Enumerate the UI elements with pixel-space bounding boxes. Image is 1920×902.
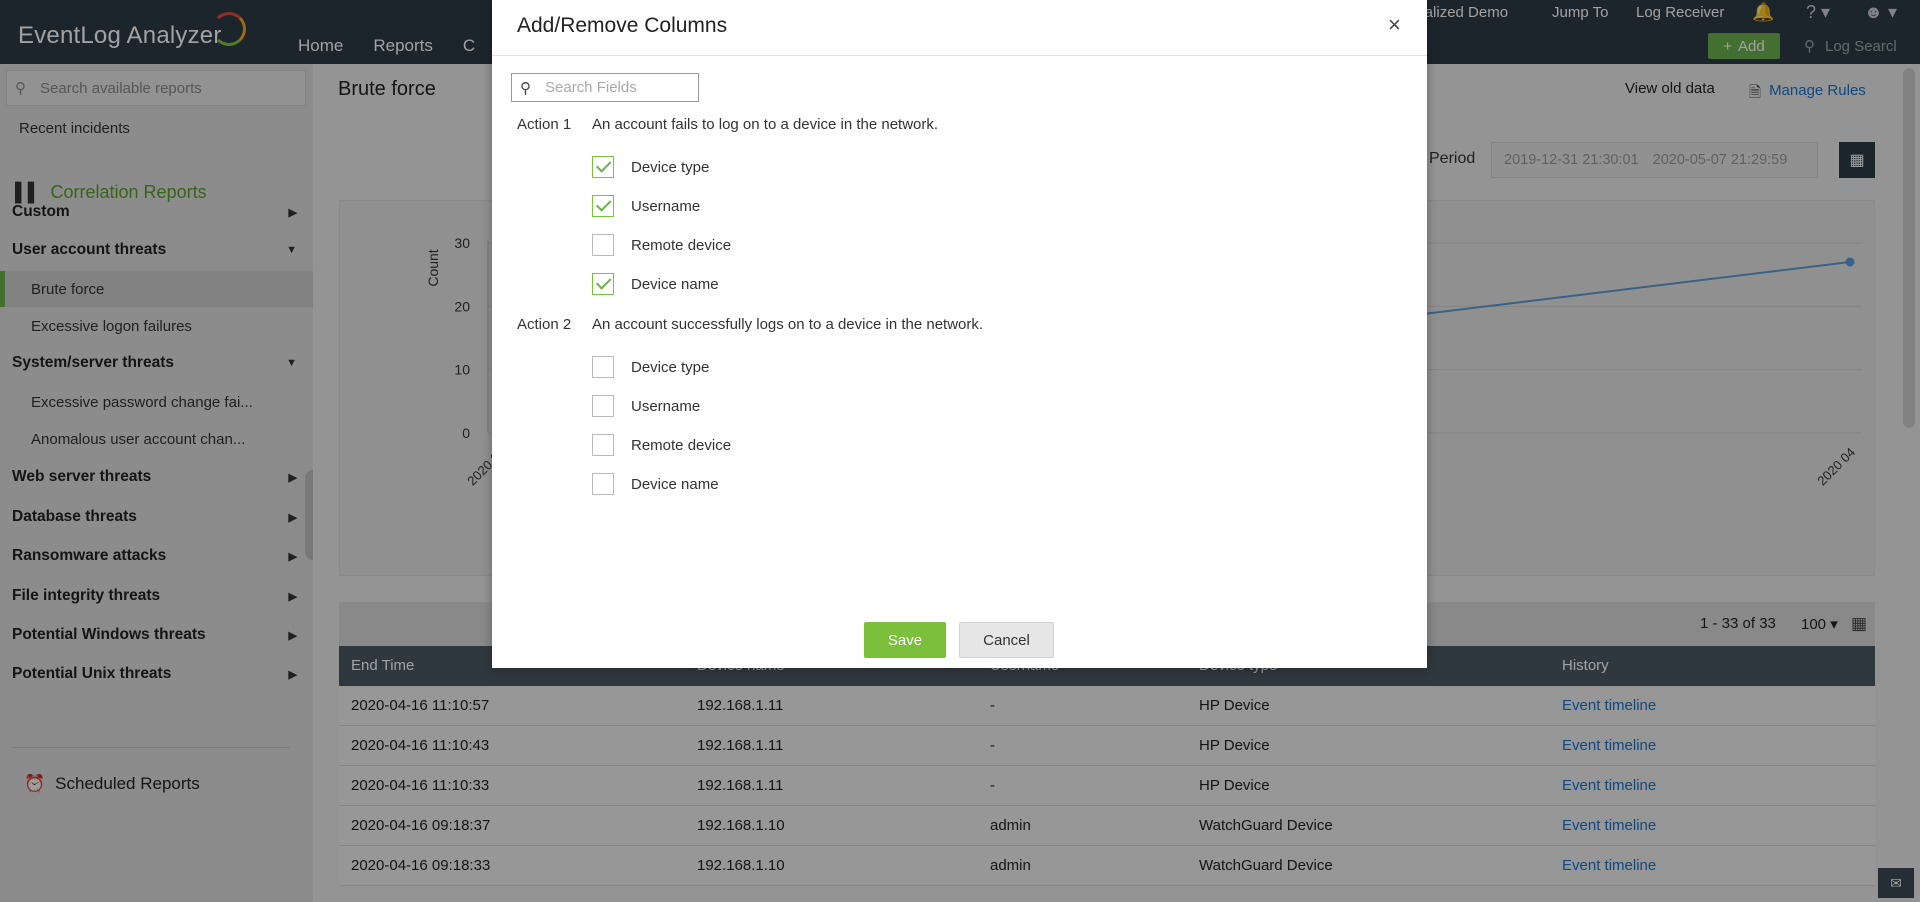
field-checkbox-row[interactable]: Device name: [592, 273, 719, 295]
checkbox-unchecked[interactable]: [592, 234, 614, 256]
field-checkbox-row[interactable]: Device name: [592, 473, 719, 495]
field-checkbox-row[interactable]: Username: [592, 195, 700, 217]
checkbox-unchecked[interactable]: [592, 395, 614, 417]
add-remove-columns-dialog: Add/Remove Columns × ⚲ Search Fields Act…: [492, 0, 1427, 668]
field-checkbox-row[interactable]: Username: [592, 395, 700, 417]
checkbox-checked[interactable]: [592, 195, 614, 217]
action-label: Action 2: [517, 316, 572, 333]
field-checkbox-row[interactable]: Remote device: [592, 434, 731, 456]
checkbox-unchecked[interactable]: [592, 356, 614, 378]
dialog-title: Add/Remove Columns: [517, 14, 728, 37]
action-description: An account fails to log on to a device i…: [592, 116, 939, 133]
checkbox-unchecked[interactable]: [592, 434, 614, 456]
close-icon[interactable]: ×: [1388, 14, 1401, 36]
field-checkbox-row[interactable]: Device type: [592, 356, 709, 378]
checkbox-unchecked[interactable]: [592, 473, 614, 495]
field-label: Device type: [631, 158, 710, 176]
field-label: Username: [631, 197, 701, 215]
action-label: Action 1: [517, 116, 572, 133]
field-label: Remote device: [631, 436, 732, 454]
action-description: An account successfully logs on to a dev…: [592, 316, 984, 333]
search-icon: ⚲: [520, 79, 531, 97]
field-checkbox-row[interactable]: Device type: [592, 156, 709, 178]
field-label: Remote device: [631, 236, 732, 254]
save-button[interactable]: Save: [864, 622, 946, 658]
field-checkbox-row[interactable]: Remote device: [592, 234, 731, 256]
checkbox-checked[interactable]: [592, 156, 614, 178]
dialog-header: Add/Remove Columns ×: [492, 0, 1427, 56]
field-label: Device name: [631, 475, 719, 493]
search-fields-placeholder: Search Fields: [545, 79, 637, 96]
field-label: Device name: [631, 275, 719, 293]
field-label: Device type: [631, 358, 710, 376]
search-fields-input[interactable]: ⚲ Search Fields: [511, 73, 699, 102]
field-label: Username: [631, 397, 701, 415]
checkbox-checked[interactable]: [592, 273, 614, 295]
cancel-button[interactable]: Cancel: [959, 622, 1054, 658]
